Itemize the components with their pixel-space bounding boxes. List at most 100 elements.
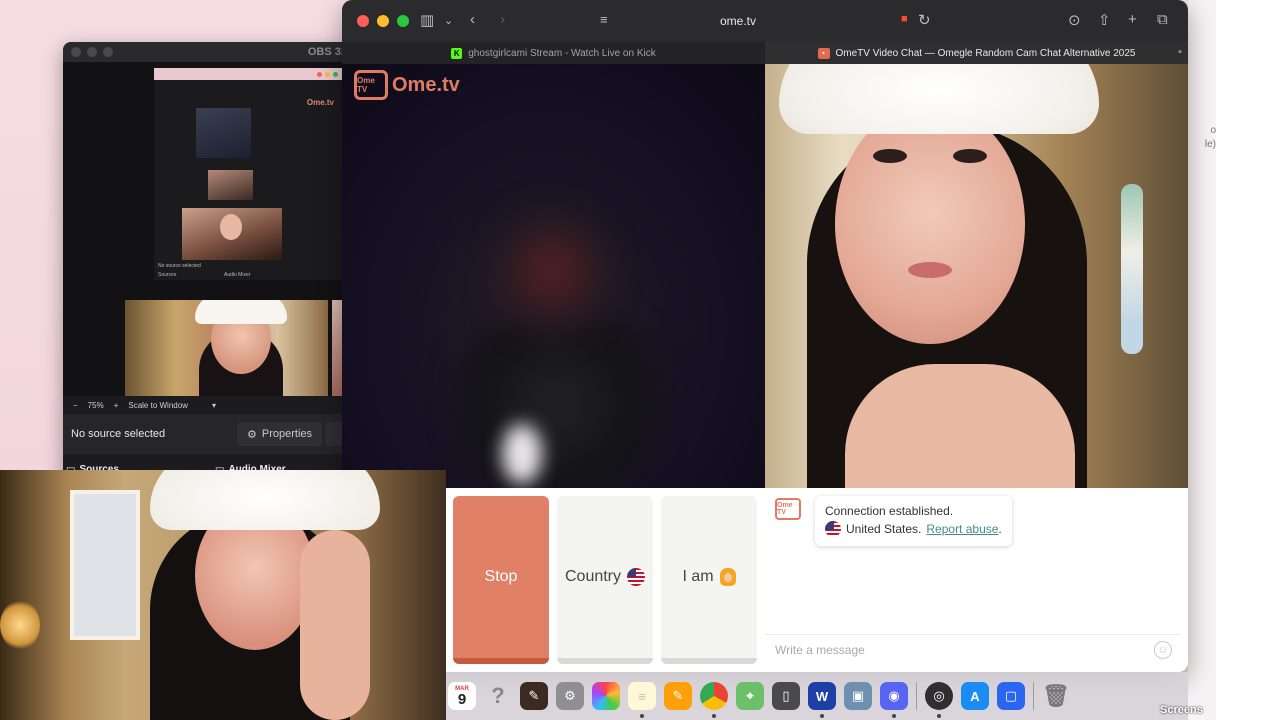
photos-app-icon[interactable]: [592, 682, 620, 710]
sidebar-icon[interactable]: ▥: [420, 11, 434, 29]
chrome-app-icon[interactable]: [700, 682, 728, 718]
camera-icon: ▪: [1178, 46, 1182, 58]
chevron-down-icon[interactable]: ⌄: [444, 14, 453, 27]
obs-titlebar[interactable]: OBS 32: [63, 42, 353, 62]
desktop-screenshot-label[interactable]: Screens: [1160, 704, 1216, 716]
zoom-button[interactable]: [397, 15, 409, 27]
cam-hat: [195, 300, 287, 324]
nested-webcam-large: [182, 208, 282, 260]
nested-webcam-thumb: [208, 170, 253, 200]
discord-app-icon[interactable]: ◉: [880, 682, 908, 718]
minimize-dot-icon[interactable]: [87, 47, 97, 57]
tv-logo-icon: Ome TV: [354, 70, 388, 100]
obs-app-icon[interactable]: ◎: [925, 682, 953, 718]
self-eye-left: [873, 149, 907, 163]
nested-audio: Audio Mixer: [224, 272, 251, 278]
webex-app-icon[interactable]: W: [808, 682, 836, 718]
zoom-dot-icon[interactable]: [103, 47, 113, 57]
connection-text: Connection established.: [825, 504, 954, 518]
message-placeholder: Write a message: [775, 642, 865, 657]
logo-text: Ome.tv: [392, 73, 460, 96]
trash-app-icon[interactable]: 🗑: [1042, 682, 1070, 710]
reload-icon[interactable]: ↻: [918, 11, 931, 29]
country-button[interactable]: Country: [557, 496, 653, 664]
macos-dock: MAR 9 ? ✎ ⚙ ≡ ✎ ⌖ ▯ W ▣ ◉ ◎ A ▢ 🗑: [446, 672, 1188, 720]
report-abuse-link[interactable]: Report abuse: [926, 522, 998, 536]
site-settings-icon[interactable]: ≡: [600, 12, 608, 27]
webcam-overlay: [0, 470, 446, 720]
calendar-app-icon[interactable]: MAR 9: [448, 682, 476, 710]
camera-recording-icon[interactable]: ■: [901, 13, 908, 25]
scale-mode-select[interactable]: Scale to Window: [128, 401, 188, 410]
new-tab-icon[interactable]: +: [1128, 11, 1137, 28]
xcode-app-icon[interactable]: ✎: [520, 682, 548, 710]
zoom-in-icon[interactable]: +: [114, 401, 119, 410]
obs-preview[interactable]: Ome.tv No source selected Sources Audio …: [63, 62, 353, 416]
pages-app-icon[interactable]: ✎: [664, 682, 692, 710]
dock-separator: [1033, 682, 1034, 710]
nested-window-dots: [317, 72, 338, 77]
calendar-day: 9: [457, 691, 467, 708]
preview-app-icon[interactable]: ▣: [844, 682, 872, 710]
minimize-button[interactable]: [377, 15, 389, 27]
self-eye-right: [953, 149, 987, 163]
back-icon[interactable]: ‹: [470, 11, 475, 28]
properties-button[interactable]: ⚙ Properties: [237, 422, 323, 446]
no-source-label: No source selected: [71, 428, 166, 440]
woman-emoji-icon: [719, 568, 736, 586]
nested-ome-logo: Ome.tv: [306, 98, 334, 107]
properties-label: Properties: [261, 428, 313, 440]
i-am-button[interactable]: I am: [661, 496, 757, 664]
report-suffix: .: [998, 522, 1002, 536]
iphone-mirroring-app-icon[interactable]: ▯: [772, 682, 800, 710]
country-label: Country: [564, 568, 622, 585]
close-button[interactable]: [357, 15, 369, 27]
overlay-arm: [300, 530, 370, 720]
stranger-video: Ome TV Ome.tv: [342, 64, 765, 488]
safari-window[interactable]: ▥ ⌄ ‹ › ≡ ome.tv ■ ↻ ⊙ ⇧ + ⧉ K ghostgirl…: [342, 0, 1188, 672]
self-body: [845, 364, 1075, 488]
mail-app-icon[interactable]: ▢: [997, 682, 1025, 710]
self-face: [835, 104, 1025, 344]
tab-overview-icon[interactable]: ⧉: [1157, 11, 1168, 28]
self-hat: [779, 64, 1099, 134]
share-icon[interactable]: ⇧: [1098, 11, 1111, 29]
close-dot-icon[interactable]: [71, 47, 81, 57]
tab-label: ghostgirlcami Stream - Watch Live on Kic…: [468, 47, 656, 59]
ometv-chat-avatar-icon: Ome TV: [775, 498, 801, 520]
blurred-face: [492, 204, 612, 354]
self-video: [765, 64, 1188, 488]
obs-window[interactable]: OBS 32 Ome.tv No source selected Sources…: [63, 42, 353, 482]
chevron-down-icon[interactable]: ▾: [212, 401, 216, 410]
emoji-icon[interactable]: ☺: [1154, 641, 1172, 659]
help-app-icon[interactable]: ?: [484, 682, 512, 710]
download-icon[interactable]: ⊙: [1068, 11, 1081, 29]
ometv-favicon: ▪: [817, 47, 830, 59]
obs-zoom-bar: − 75% + Scale to Window ▾: [63, 396, 353, 414]
address-bar[interactable]: ome.tv: [720, 14, 756, 28]
background-figurine: [1121, 184, 1143, 354]
app-store-app-icon[interactable]: A: [961, 682, 989, 710]
tab-kick-stream[interactable]: K ghostgirlcami Stream - Watch Live on K…: [342, 42, 765, 64]
maps-app-icon[interactable]: ⌖: [736, 682, 764, 710]
obs-context-bar: No source selected ⚙ Properties: [63, 414, 353, 454]
desktop-far-right: [1216, 0, 1280, 720]
country-text: United States.: [846, 522, 922, 536]
zoom-out-icon[interactable]: −: [73, 401, 78, 410]
nested-preview-window: [196, 108, 251, 158]
tab-label: OmeTV Video Chat — Omegle Random Cam Cha…: [835, 47, 1136, 59]
self-lips: [908, 262, 952, 278]
nested-obs-preview: Ome.tv No source selected Sources Audio …: [154, 80, 342, 280]
gear-icon: ⚙: [247, 428, 257, 441]
tab-ometv[interactable]: ▪ OmeTV Video Chat — Omegle Random Cam C…: [765, 42, 1188, 64]
notes-app-icon[interactable]: ≡: [628, 682, 656, 718]
message-input[interactable]: Write a message ☺: [765, 634, 1180, 664]
system-message: Connection established. United States. R…: [815, 496, 1012, 546]
us-flag-icon: [825, 521, 841, 537]
forward-icon[interactable]: ›: [500, 11, 505, 28]
system-settings-app-icon[interactable]: ⚙: [556, 682, 584, 710]
kick-icon: K: [451, 47, 463, 59]
zoom-level: 75%: [87, 400, 104, 410]
ometv-logo[interactable]: Ome TV Ome.tv: [354, 70, 460, 100]
stop-button[interactable]: Stop: [453, 496, 549, 664]
